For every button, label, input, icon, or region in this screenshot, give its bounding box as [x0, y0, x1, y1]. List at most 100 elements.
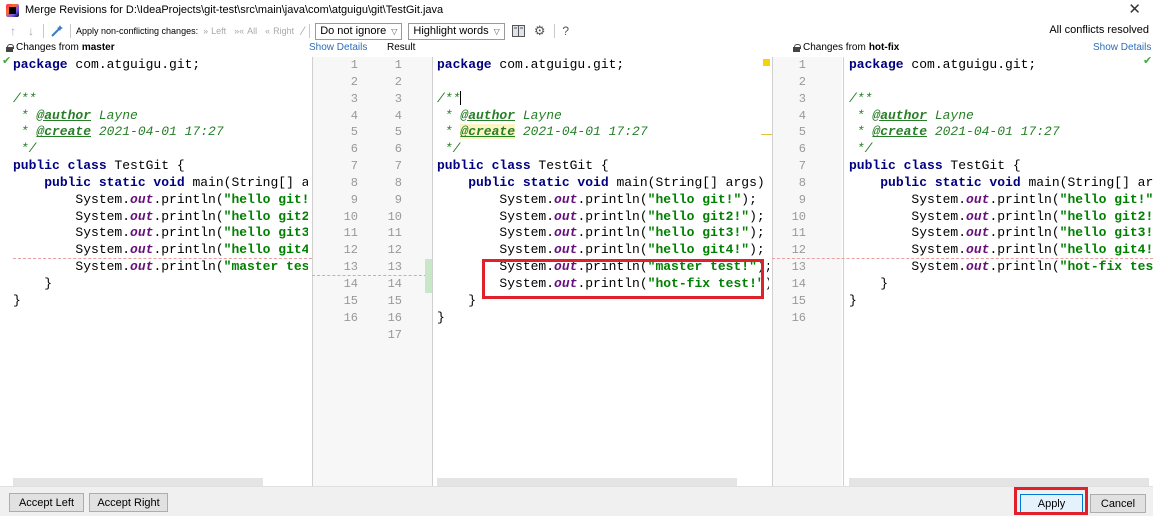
line-number: 14: [387, 276, 402, 291]
right-panel-header: Changes from hot-fix: [793, 42, 899, 53]
apply-right-button[interactable]: «Right: [265, 26, 294, 36]
left-show-details-link[interactable]: Show Details: [309, 42, 367, 53]
line-number: 5: [394, 125, 402, 140]
divider: [312, 57, 313, 486]
line-number: 15: [343, 293, 358, 308]
code-line: public static void main(String[] args: [880, 174, 1153, 190]
text-caret: [460, 91, 462, 106]
code-line: }: [44, 275, 53, 291]
code-line: }: [437, 309, 445, 325]
settings-gear-icon[interactable]: ⚙: [531, 23, 549, 39]
code-line: */: [849, 141, 873, 157]
code-line: * @author Layne: [13, 107, 138, 123]
code-line: }: [849, 292, 857, 308]
annotation-box-merged-lines: [482, 259, 764, 299]
code-line: System.out.println("hello git2!");: [499, 208, 765, 224]
apply-all-button[interactable]: »« All: [234, 26, 257, 36]
result-header: Result: [387, 42, 416, 53]
code-line: }: [880, 275, 889, 291]
chevron-down-icon: ▽: [391, 26, 398, 36]
code-line: System.out.println("hello git2!"): [75, 208, 308, 224]
line-number: 12: [343, 243, 358, 258]
code-line: */: [13, 141, 37, 157]
panel-headers: Changes from master Show Details Result C…: [0, 42, 1153, 56]
line-number: 2: [798, 74, 806, 89]
side-by-side-toggle-icon[interactable]: [511, 23, 527, 39]
change-indicator: [425, 259, 432, 293]
divider: [432, 57, 433, 486]
code-line: */: [437, 141, 461, 157]
result-horizontal-scrollbar[interactable]: [437, 478, 737, 486]
line-number: 15: [791, 293, 806, 308]
code-line: System.out.println("hello git3!"): [911, 225, 1153, 241]
left-editor-master[interactable]: package com.atguigu.git; /** * @author L…: [13, 57, 308, 486]
conflict-marker-line: [312, 275, 432, 276]
highlight-mode-select[interactable]: Highlight words ▽: [408, 22, 505, 40]
line-number: 16: [791, 310, 806, 325]
apply-left-button[interactable]: » Left: [203, 26, 226, 36]
conflicts-status: All conflicts resolved: [1049, 24, 1149, 36]
code-line: * @create 2021-04-01 17:27: [437, 124, 648, 140]
line-number: 12: [387, 243, 402, 258]
close-icon[interactable]: ✕: [1128, 1, 1141, 19]
line-number: 6: [350, 142, 358, 157]
line-number: 7: [798, 159, 806, 174]
line-number: 8: [350, 175, 358, 190]
toolbar-separator: [309, 24, 311, 38]
double-chevron-right-icon: »: [203, 26, 209, 36]
code-line: /**: [849, 90, 873, 106]
left-horizontal-scrollbar[interactable]: [13, 478, 263, 486]
help-icon[interactable]: ?: [560, 23, 572, 39]
magic-wand-icon[interactable]: ⁄: [302, 24, 304, 38]
line-number: 9: [394, 192, 402, 207]
line-number: 13: [387, 260, 402, 275]
code-line: * @author Layne: [849, 107, 974, 123]
code-line: System.out.println("hello git3!");: [499, 225, 765, 241]
code-line: package com.atguigu.git;: [13, 57, 201, 72]
line-number: 13: [791, 260, 806, 275]
magic-resolve-icon[interactable]: [49, 23, 65, 39]
right-show-details-link[interactable]: Show Details: [1093, 42, 1151, 53]
code-line: System.out.println("hello git3!": [75, 225, 308, 241]
whitespace-ignore-select[interactable]: Do not ignore ▽: [315, 22, 403, 40]
chevron-down-icon: ▽: [493, 26, 500, 36]
merge-toolbar: ↑ ↓ Apply non-conflicting changes: » Left…: [0, 20, 1153, 42]
toolbar-separator: [43, 24, 44, 38]
next-conflict-arrow-down-icon[interactable]: ↓: [24, 23, 38, 39]
line-number: 10: [343, 209, 358, 224]
code-line: package com.atguigu.git;: [849, 57, 1037, 72]
accept-left-button[interactable]: Accept Left: [9, 493, 84, 512]
lock-icon: [6, 43, 14, 52]
right-line-numbers: 1 2 3 4 5 6 7 8 9 10 11 12 13 14 15 16: [778, 57, 806, 327]
previous-conflict-arrow-up-icon[interactable]: ↑: [6, 23, 20, 39]
right-horizontal-scrollbar[interactable]: [849, 478, 1149, 486]
code-line: System.out.println("hello git!"): [75, 191, 308, 207]
line-number: 2: [394, 74, 402, 89]
line-number: 9: [798, 192, 806, 207]
code-line: System.out.println("master test!: [75, 259, 308, 275]
line-number: 11: [387, 226, 402, 241]
code-line: public class TestGit {: [437, 158, 609, 174]
left-panel-header: Changes from master: [6, 42, 115, 53]
line-number: 4: [350, 108, 358, 123]
accept-right-button[interactable]: Accept Right: [89, 493, 168, 512]
line-number: 2: [350, 74, 358, 89]
cancel-button[interactable]: Cancel: [1090, 494, 1146, 513]
code-line: }: [13, 292, 21, 308]
code-line: System.out.println("hello git4!"): [911, 242, 1153, 258]
line-number: 10: [387, 209, 402, 224]
title-bar: Merge Revisions for D:\IdeaProjects\git-…: [0, 0, 1153, 20]
line-number: 5: [350, 125, 358, 140]
line-number: 15: [387, 293, 402, 308]
line-number: 1: [350, 58, 358, 72]
code-line: * @author Layne: [437, 107, 562, 123]
code-line: System.out.println("hello git!");: [911, 191, 1153, 207]
line-number: 1: [798, 58, 806, 72]
line-number: 8: [394, 175, 402, 190]
line-number: 3: [798, 91, 806, 106]
code-line: System.out.println("hot-fix test!: [911, 259, 1153, 275]
right-editor-hot-fix[interactable]: package com.atguigu.git; /** * @author L…: [849, 57, 1153, 486]
apply-non-conflicting-label: Apply non-conflicting changes:: [76, 26, 199, 36]
